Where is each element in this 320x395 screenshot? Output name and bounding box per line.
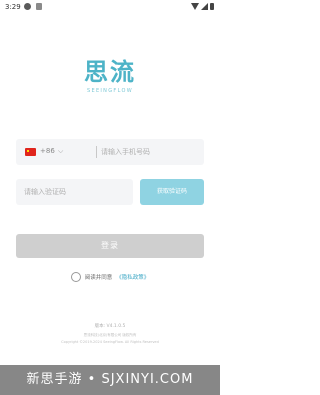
- brand-name-en: SEEINGFLOW: [87, 88, 133, 94]
- wifi-icon: [191, 3, 199, 10]
- copyright-line-2: Copyright ©2019-2024 SeeingFlow. All Rig…: [61, 340, 159, 344]
- status-indicators: [191, 3, 214, 10]
- sms-code-field[interactable]: 请输入验证码: [16, 179, 133, 205]
- sim-card-icon: [36, 3, 42, 10]
- china-flag-icon[interactable]: [25, 148, 36, 156]
- agreement-text: 阅读并同意: [84, 275, 113, 281]
- phone-field[interactable]: +86 ⌵ 请输入手机号码: [16, 139, 204, 165]
- status-bar: 3:29: [0, 0, 220, 16]
- privacy-policy-link[interactable]: 《隐私政策》: [116, 273, 149, 281]
- version-text: 版本: V4.1.0.5: [94, 324, 126, 329]
- agree-checkbox[interactable]: [70, 272, 81, 282]
- country-code[interactable]: +86: [40, 147, 55, 155]
- get-code-button[interactable]: 获取验证码: [140, 179, 204, 205]
- agreement-row: 阅读并同意 《隐私政策》: [0, 267, 220, 286]
- brand-name-cn: 思流: [84, 58, 136, 86]
- login-button[interactable]: 登录: [16, 234, 204, 258]
- brand-logo: 思流 SEEINGFLOW: [0, 58, 220, 94]
- sms-code-input[interactable]: 请输入验证码: [24, 187, 66, 197]
- settings-icon: [24, 3, 31, 10]
- watermark: 新思手游 • SJXINYI.COM: [0, 365, 220, 395]
- status-time: 3:29: [5, 3, 21, 11]
- battery-icon: [210, 3, 214, 10]
- copyright-line-1: 思流科技(北京)有限公司 版权所有: [83, 333, 137, 337]
- divider: [96, 146, 97, 158]
- signal-icon: [201, 3, 208, 10]
- phone-input[interactable]: 请输入手机号码: [101, 147, 150, 157]
- chevron-down-icon[interactable]: ⌵: [58, 147, 63, 156]
